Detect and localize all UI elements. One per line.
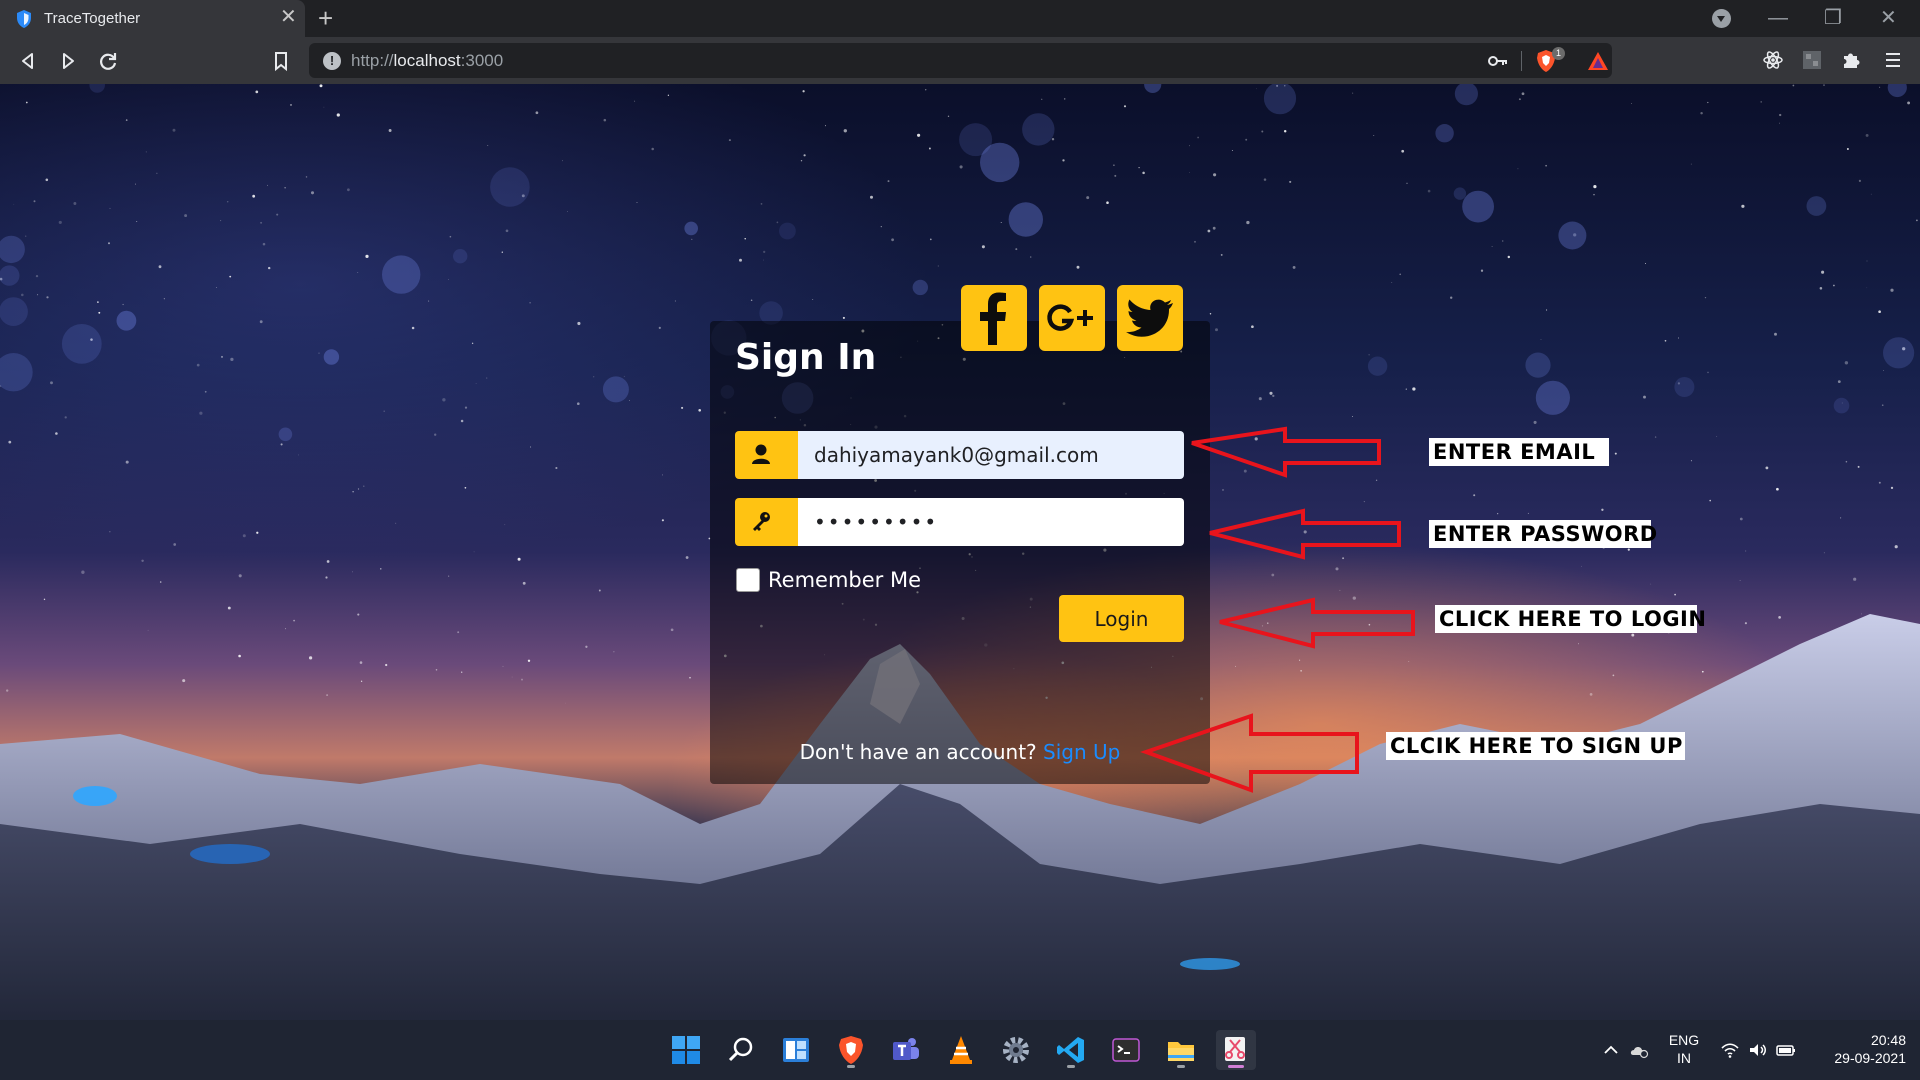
browser-tab[interactable]: TraceTogether ✕ — [0, 0, 305, 37]
restore-button[interactable]: ❐ — [1824, 4, 1842, 32]
address-bar[interactable]: ! http://localhost:3000 1 — [309, 43, 1612, 78]
site-info-icon[interactable]: ! — [323, 52, 341, 70]
terminal-icon — [1112, 1038, 1140, 1062]
brave-rewards-icon[interactable] — [1587, 51, 1609, 71]
running-indicator — [847, 1065, 855, 1068]
terminal-button[interactable] — [1106, 1030, 1146, 1070]
search-icon — [728, 1037, 753, 1062]
file-explorer-button[interactable] — [1161, 1030, 1201, 1070]
signin-card: Sign In — [710, 321, 1210, 784]
annotation-password-label: ENTER PASSWORD — [1429, 520, 1657, 548]
teams-icon — [893, 1038, 919, 1060]
active-indicator — [1228, 1065, 1244, 1068]
twitter-button[interactable] — [1117, 285, 1183, 351]
password-input[interactable] — [798, 498, 1184, 546]
shield-favicon-icon — [17, 10, 31, 28]
battery-icon[interactable] — [1776, 1041, 1796, 1059]
vscode-icon — [1057, 1037, 1084, 1063]
facebook-icon — [980, 292, 1006, 345]
windows-taskbar: ENG IN 20:48 29-09-2021 — [0, 1020, 1920, 1080]
signup-link[interactable]: Sign Up — [1043, 740, 1120, 764]
react-devtools-icon[interactable] — [1762, 49, 1784, 71]
widgets-button[interactable] — [776, 1030, 816, 1070]
annotation-email-label: ENTER EMAIL — [1429, 438, 1609, 466]
settings-button[interactable] — [996, 1030, 1036, 1070]
folder-icon — [1168, 1042, 1194, 1061]
tab-title: TraceTogether — [44, 10, 141, 27]
menu-icon[interactable] — [1882, 49, 1904, 71]
gear-icon — [1003, 1037, 1029, 1063]
snipping-tool-button[interactable] — [1216, 1030, 1256, 1070]
reload-icon[interactable] — [94, 47, 122, 75]
email-field-group — [735, 431, 1184, 479]
windows-start-icon — [672, 1036, 700, 1064]
key-icon — [735, 498, 798, 546]
start-button[interactable] — [666, 1030, 706, 1070]
new-tab-button[interactable]: + — [318, 4, 333, 32]
vscode-button[interactable] — [1051, 1030, 1091, 1070]
teams-button[interactable] — [886, 1030, 926, 1070]
vlc-icon — [950, 1036, 972, 1064]
extension-grid-icon[interactable] — [1801, 49, 1823, 71]
brave-taskbar-button[interactable] — [831, 1030, 871, 1070]
google-plus-button[interactable] — [1039, 285, 1105, 351]
email-input[interactable] — [798, 431, 1184, 479]
signin-title: Sign In — [735, 337, 877, 378]
login-button[interactable]: Login — [1059, 595, 1184, 642]
search-button[interactable] — [721, 1030, 761, 1070]
running-indicator — [1177, 1065, 1185, 1068]
browser-toolbar: ! http://localhost:3000 1 — [0, 37, 1920, 84]
user-icon — [735, 431, 798, 479]
shields-count-badge: 1 — [1552, 47, 1565, 60]
close-window-button[interactable]: ✕ — [1880, 4, 1897, 32]
remember-me-checkbox[interactable] — [736, 568, 760, 592]
key-icon[interactable] — [1487, 51, 1509, 71]
annotation-signup-label: CLCIK HERE TO SIGN UP — [1386, 732, 1685, 760]
no-account-text: Don't have an account? — [799, 740, 1044, 764]
language-indicator[interactable]: ENG IN — [1666, 1031, 1702, 1067]
remember-me-label[interactable]: Remember Me — [768, 568, 921, 592]
password-field-group — [735, 498, 1184, 546]
clock[interactable]: 20:48 29-09-2021 — [1812, 1031, 1906, 1067]
back-icon[interactable] — [14, 47, 42, 75]
volume-icon[interactable] — [1748, 1041, 1768, 1059]
tab-close-icon[interactable]: ✕ — [280, 7, 297, 27]
forward-icon[interactable] — [54, 47, 82, 75]
minimize-button[interactable]: — — [1768, 4, 1788, 32]
url-text[interactable]: http://localhost:3000 — [351, 51, 503, 71]
running-indicator — [1067, 1065, 1075, 1068]
brave-browser-icon — [839, 1036, 863, 1064]
widgets-icon — [783, 1038, 809, 1062]
extensions-puzzle-icon[interactable] — [1840, 49, 1862, 71]
vlc-button[interactable] — [941, 1030, 981, 1070]
snipping-tool-icon — [1225, 1037, 1245, 1061]
annotation-login-label: CLICK HERE TO LOGIN — [1435, 605, 1706, 633]
chevron-up-icon[interactable] — [1601, 1041, 1621, 1059]
signup-prompt: Don't have an account? Sign Up — [710, 740, 1210, 764]
tab-search-icon[interactable] — [1712, 9, 1731, 28]
google-plus-icon — [1047, 304, 1093, 331]
wifi-icon[interactable] — [1720, 1041, 1740, 1059]
facebook-button[interactable] — [961, 285, 1027, 351]
address-bar-divider — [1521, 51, 1522, 71]
onedrive-icon[interactable] — [1629, 1041, 1649, 1059]
browser-titlebar: TraceTogether ✕ + — ❐ ✕ — [0, 0, 1920, 37]
twitter-icon — [1126, 299, 1173, 337]
bookmark-icon[interactable] — [267, 47, 295, 75]
